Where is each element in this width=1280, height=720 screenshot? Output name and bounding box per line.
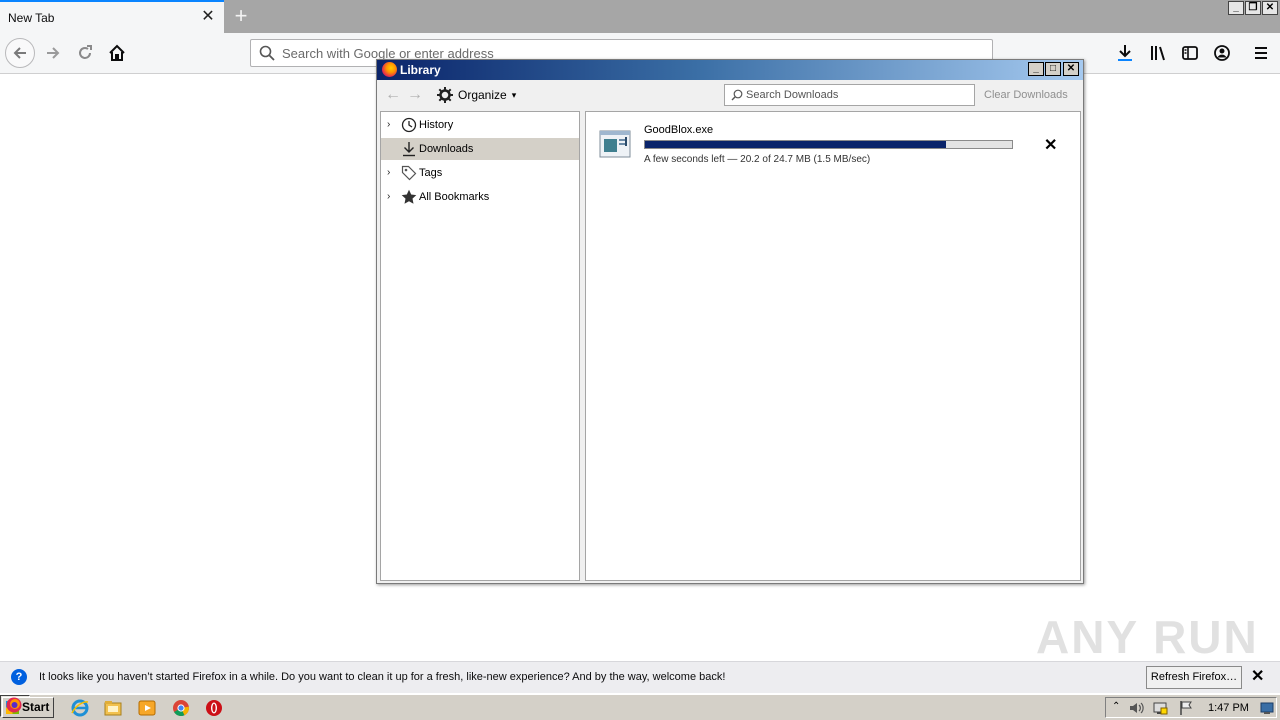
tab-new-tab[interactable]: New Tab ✕ [0, 0, 224, 33]
media-player-icon[interactable] [137, 698, 157, 718]
internet-explorer-icon[interactable] [70, 698, 90, 718]
library-titlebar[interactable]: Library _ □ ✕ [377, 60, 1083, 80]
new-tab-button[interactable]: + [228, 4, 254, 30]
download-progress-fill [645, 141, 946, 148]
download-status: A few seconds left — 20.2 of 24.7 MB (1.… [644, 154, 871, 165]
firefox-icon [6, 697, 22, 713]
sidebar-button[interactable] [1175, 38, 1205, 68]
library-back-button[interactable]: ← [385, 86, 401, 104]
hamburger-menu-icon [1255, 47, 1267, 59]
forward-button[interactable] [38, 38, 68, 68]
executable-file-icon [599, 130, 631, 158]
anyrun-watermark: ANY RUN [1036, 611, 1259, 663]
library-close-button[interactable]: ✕ [1063, 62, 1079, 76]
download-progress-bar [644, 140, 1013, 149]
sidebar-item-label: Tags [419, 167, 443, 179]
dropdown-caret-icon: ▾ [511, 89, 517, 100]
downloads-button[interactable] [1110, 38, 1140, 68]
restore-window-button[interactable]: ❐ [1245, 1, 1261, 15]
downloads-list: GoodBlox.exe A few seconds left — 20.2 o… [585, 111, 1081, 581]
forward-arrow-icon [47, 47, 60, 59]
tray-expand-icon[interactable]: ⌃ [1112, 701, 1120, 712]
library-window: Library _ □ ✕ ← → Organize ▾ Search Down… [376, 59, 1084, 584]
tab-title: New Tab [8, 11, 55, 25]
refresh-firefox-button[interactable]: Refresh Firefox… [1146, 666, 1242, 689]
search-downloads-input[interactable]: Search Downloads [724, 84, 975, 106]
volume-icon[interactable] [1128, 700, 1144, 716]
gear-icon [437, 87, 453, 103]
system-tray: ⌃ 1:47 PM [1105, 697, 1277, 718]
sidebar-item-label: All Bookmarks [419, 191, 490, 203]
expand-twisty-icon[interactable]: › [387, 167, 390, 178]
action-center-flag-icon[interactable] [1178, 700, 1194, 716]
star-icon [401, 189, 417, 204]
account-icon [1214, 45, 1230, 61]
download-icon [1118, 45, 1132, 61]
library-button[interactable] [1143, 38, 1173, 68]
sidebar-item-tags[interactable]: › Tags [381, 162, 579, 184]
tab-close-icon[interactable]: ✕ [200, 9, 216, 25]
sidebar-item-all-bookmarks[interactable]: › All Bookmarks [381, 186, 579, 208]
expand-twisty-icon[interactable]: › [387, 191, 390, 202]
home-button[interactable] [102, 38, 132, 68]
back-arrow-icon [13, 47, 26, 59]
clock-icon [401, 117, 417, 133]
organize-label: Organize [458, 88, 507, 102]
taskbar-clock[interactable]: 1:47 PM [1208, 702, 1249, 714]
notification-bar: ? It looks like you haven’t started Fire… [0, 661, 1280, 693]
clear-downloads-button[interactable]: Clear Downloads [984, 89, 1068, 101]
question-icon: ? [11, 669, 27, 685]
home-icon [109, 44, 125, 61]
sidebar-icon [1182, 46, 1198, 60]
account-button[interactable] [1207, 38, 1237, 68]
search-icon [259, 45, 275, 61]
expand-twisty-icon[interactable]: › [387, 119, 390, 130]
menu-button[interactable] [1246, 38, 1276, 68]
reload-button[interactable] [70, 38, 100, 68]
sidebar-item-downloads[interactable]: Downloads [381, 138, 579, 160]
reload-icon [79, 45, 92, 59]
organize-button[interactable]: Organize ▾ [437, 85, 516, 105]
sidebar-item-label: Downloads [419, 143, 474, 155]
minimize-window-button[interactable]: _ [1228, 1, 1244, 15]
library-sidebar-tree: › History Downloads › Tags › All Bookmar… [380, 111, 580, 581]
tab-strip: New Tab ✕ + _ ❐ ✕ [0, 0, 1280, 33]
back-button[interactable] [5, 38, 35, 68]
start-label: Start [22, 700, 50, 714]
library-icon [1151, 46, 1165, 61]
library-title: Library [400, 63, 441, 77]
network-icon[interactable] [1152, 700, 1168, 716]
firefox-icon [382, 62, 397, 77]
library-maximize-button[interactable]: □ [1045, 62, 1061, 76]
download-filename: GoodBlox.exe [644, 124, 714, 136]
notification-text: It looks like you haven’t started Firefo… [39, 671, 726, 683]
download-item[interactable]: GoodBlox.exe A few seconds left — 20.2 o… [586, 122, 1080, 168]
file-explorer-icon[interactable] [103, 698, 123, 718]
cancel-download-icon[interactable]: ✕ [1044, 135, 1057, 155]
notification-close-icon[interactable]: ✕ [1251, 669, 1264, 685]
search-downloads-placeholder: Search Downloads [746, 89, 839, 101]
search-icon [731, 89, 743, 101]
tag-icon [401, 165, 417, 181]
opera-icon[interactable] [204, 698, 224, 718]
download-icon [403, 142, 415, 157]
library-toolbar: ← → Organize ▾ Search Downloads Clear Do… [377, 80, 1083, 110]
library-forward-button[interactable]: → [407, 86, 423, 104]
chrome-icon[interactable] [171, 698, 191, 718]
sidebar-item-history[interactable]: › History [381, 114, 579, 136]
library-minimize-button[interactable]: _ [1028, 62, 1044, 76]
sidebar-item-label: History [419, 119, 454, 131]
close-window-button[interactable]: ✕ [1262, 1, 1278, 15]
show-desktop-icon[interactable] [1260, 701, 1274, 715]
taskbar: Start ⌃ 1:47 PM [0, 694, 1280, 720]
